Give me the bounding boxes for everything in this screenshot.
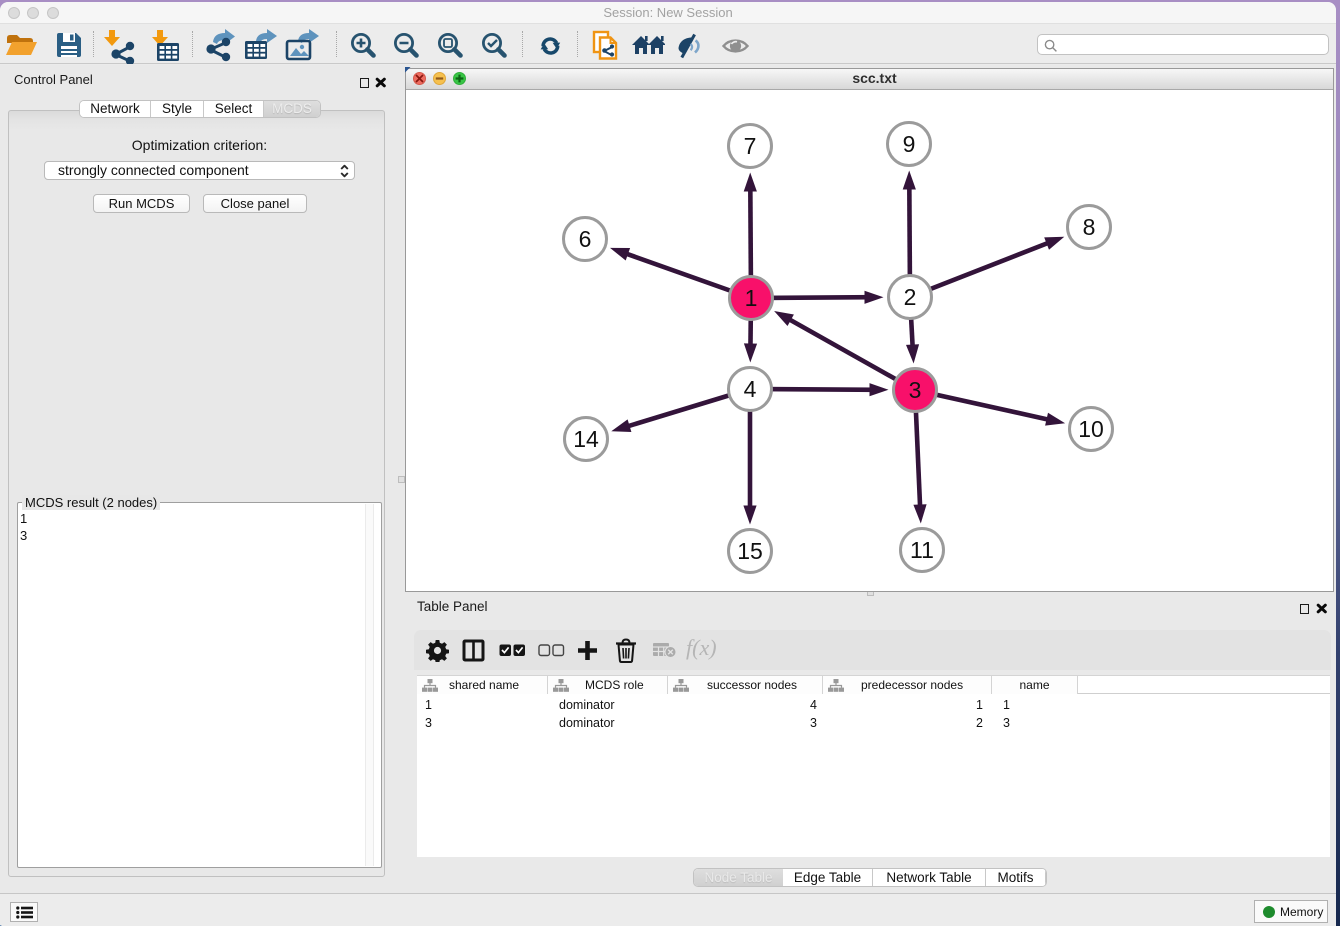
- svg-text:11: 11: [910, 537, 934, 563]
- svg-text:8: 8: [1083, 214, 1096, 240]
- svg-text:10: 10: [1078, 416, 1104, 442]
- svg-text:14: 14: [573, 426, 599, 452]
- svg-text:3: 3: [909, 377, 922, 403]
- svg-text:4: 4: [744, 376, 757, 402]
- svg-text:9: 9: [903, 131, 916, 157]
- svg-text:15: 15: [737, 538, 763, 564]
- svg-text:6: 6: [579, 226, 592, 252]
- svg-text:1: 1: [745, 285, 758, 311]
- svg-text:2: 2: [904, 284, 917, 310]
- svg-text:7: 7: [744, 133, 757, 159]
